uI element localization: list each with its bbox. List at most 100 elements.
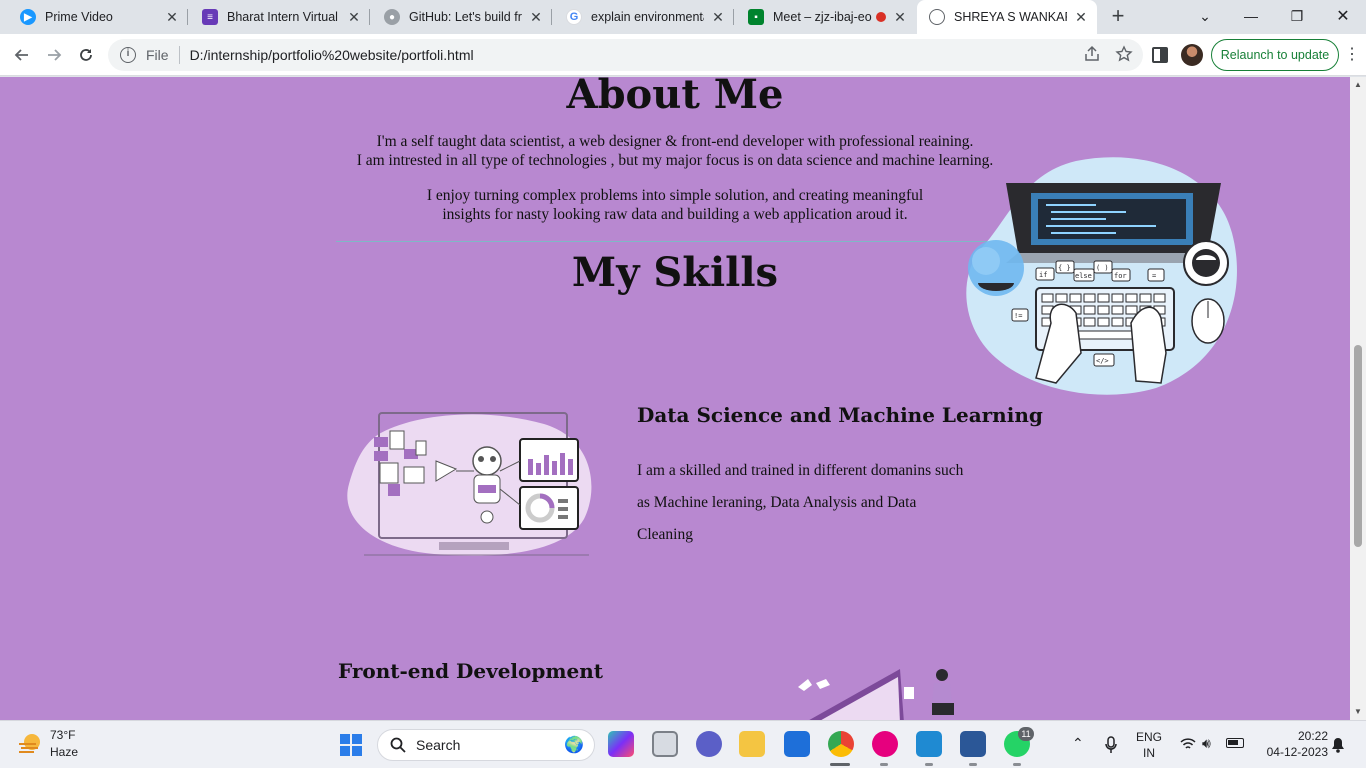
whatsapp-badge: 11 — [1018, 727, 1034, 741]
skill-title-frontend: Front-end Development — [338, 659, 604, 683]
bookmark-star-icon[interactable] — [1115, 45, 1133, 63]
vscode-icon[interactable] — [916, 731, 942, 757]
tab-portfolio-active[interactable]: SHREYA S WANKAR ✕ — [917, 0, 1097, 34]
language-bottom[interactable]: IN — [1134, 746, 1164, 760]
search-highlight-icon: 🌍 — [564, 737, 584, 754]
close-tab-icon[interactable]: ✕ — [892, 9, 908, 25]
weather-temperature[interactable]: 73°F — [50, 728, 75, 742]
tab-title: SHREYA S WANKAR — [954, 10, 1067, 24]
word-icon[interactable] — [960, 731, 986, 757]
address-separator — [178, 46, 180, 64]
side-panel-icon[interactable] — [1152, 47, 1168, 63]
notification-bell-icon[interactable] — [1331, 737, 1345, 753]
task-view-icon[interactable] — [652, 731, 678, 757]
address-scheme: File — [146, 47, 169, 63]
laptop-coding-illustration: if { } else ( ) for = != </> — [966, 157, 1237, 395]
maximize-button[interactable]: ❐ — [1274, 0, 1320, 32]
close-tab-icon[interactable]: ✕ — [1073, 9, 1089, 25]
tab-title: Prime Video — [45, 10, 113, 24]
taskbar-search[interactable]: Search 🌍 — [377, 729, 595, 761]
address-actions — [1083, 45, 1133, 63]
relaunch-to-update-button[interactable]: Relaunch to update — [1211, 39, 1339, 71]
tab-search-button[interactable]: ⌄ — [1182, 0, 1228, 32]
weather-condition[interactable]: Haze — [50, 745, 78, 759]
show-hidden-icons-chevron-icon[interactable]: ⌃ — [1072, 735, 1084, 752]
close-window-button[interactable]: ✕ — [1320, 0, 1366, 32]
tab-prime-video[interactable]: ▶ Prime Video ✕ — [8, 0, 188, 34]
address-bar[interactable]: i File D:/internship/portfolio%20website… — [108, 39, 1143, 71]
page-scrollbar[interactable]: ▲ ▼ — [1350, 77, 1366, 720]
reload-button[interactable] — [72, 41, 100, 69]
minimize-button[interactable]: — — [1228, 0, 1274, 32]
about-heading: About Me — [566, 77, 784, 118]
tab-separator — [187, 9, 188, 25]
wifi-icon[interactable] — [1180, 737, 1196, 751]
language-top[interactable]: ENG — [1134, 730, 1164, 744]
windows-start-icon[interactable] — [339, 733, 363, 757]
arrow-left-icon — [14, 49, 28, 61]
close-tab-icon[interactable]: ✕ — [710, 9, 726, 25]
app-running-indicator — [880, 763, 888, 766]
close-tab-icon[interactable]: ✕ — [346, 9, 362, 25]
key-bubble-braces: { } — [1058, 264, 1071, 272]
scroll-up-icon[interactable]: ▲ — [1354, 80, 1362, 89]
skill-desc-line-3: Cleaning — [637, 526, 693, 543]
tab-google-search[interactable]: G explain environmenta ✕ — [554, 0, 734, 34]
file-explorer-icon[interactable] — [739, 731, 765, 757]
chrome-active-indicator — [830, 763, 850, 766]
microphone-icon[interactable] — [1104, 736, 1118, 754]
tab-title: Meet – zjz-ibaj-eo — [773, 10, 872, 24]
chrome-icon[interactable] — [828, 731, 854, 757]
prime-video-icon: ▶ — [20, 9, 36, 25]
about-line-1: I'm a self taught data scientist, a web … — [376, 133, 974, 150]
share-icon[interactable] — [1083, 45, 1101, 63]
github-icon: ● — [384, 9, 400, 25]
tab-meet[interactable]: ▪ Meet – zjz-ibaj-eo ✕ — [736, 0, 916, 34]
section-divider — [336, 241, 1016, 242]
tab-title: explain environmenta — [591, 10, 704, 24]
key-bubble-for: for — [1114, 272, 1127, 280]
key-bubble-equals: = — [1152, 272, 1156, 280]
clock-date[interactable]: 04-12-2023 — [1256, 745, 1328, 759]
close-tab-icon[interactable]: ✕ — [164, 9, 180, 25]
tab-bharat-intern[interactable]: ≡ Bharat Intern Virtual I ✕ — [190, 0, 370, 34]
weather-haze-icon[interactable] — [16, 730, 44, 758]
close-tab-icon[interactable]: ✕ — [528, 9, 544, 25]
wps-office-icon[interactable] — [872, 731, 898, 757]
skill-desc-line-2: as Machine leraning, Data Analysis and D… — [637, 494, 917, 511]
tab-separator — [369, 9, 370, 25]
search-icon — [390, 737, 406, 753]
tab-strip: ▶ Prime Video ✕ ≡ Bharat Intern Virtual … — [0, 0, 1366, 34]
battery-icon[interactable] — [1226, 738, 1244, 748]
kebab-menu-icon[interactable]: ⋮ — [1344, 47, 1360, 63]
skill-title-data-science: Data Science and Machine Learning — [637, 403, 1043, 427]
reload-icon — [80, 49, 92, 61]
meet-icon: ▪ — [748, 9, 764, 25]
forms-icon: ≡ — [202, 9, 218, 25]
tab-title: GitHub: Let's build fro — [409, 10, 522, 24]
key-bubble-tag: </> — [1096, 357, 1109, 365]
google-icon: G — [566, 9, 582, 25]
page-viewport: About Me I'm a self taught data scientis… — [0, 77, 1350, 720]
forward-button[interactable] — [40, 41, 68, 69]
new-tab-button[interactable]: + — [1106, 5, 1130, 29]
volume-icon[interactable]: 🔊︎ — [1202, 735, 1211, 752]
profile-avatar[interactable] — [1181, 44, 1203, 66]
key-bubble-else: else — [1075, 272, 1092, 280]
clock-time[interactable]: 20:22 — [1256, 729, 1328, 743]
key-bubble-not-equal: != — [1014, 312, 1022, 320]
copilot-icon[interactable] — [608, 731, 634, 757]
arrow-right-icon — [48, 49, 62, 61]
address-url[interactable]: D:/internship/portfolio%20website/portfo… — [190, 47, 474, 63]
back-button[interactable] — [8, 41, 36, 69]
ms-store-icon[interactable] — [784, 731, 810, 757]
tab-github[interactable]: ● GitHub: Let's build fro ✕ — [372, 0, 552, 34]
tab-separator — [551, 9, 552, 25]
scrollbar-thumb[interactable] — [1354, 345, 1362, 547]
scroll-down-icon[interactable]: ▼ — [1354, 707, 1362, 716]
app-running-indicator — [969, 763, 977, 766]
app-running-indicator — [925, 763, 933, 766]
app-running-indicator — [1013, 763, 1021, 766]
teams-chat-icon[interactable] — [696, 731, 722, 757]
info-icon[interactable]: i — [120, 47, 136, 63]
